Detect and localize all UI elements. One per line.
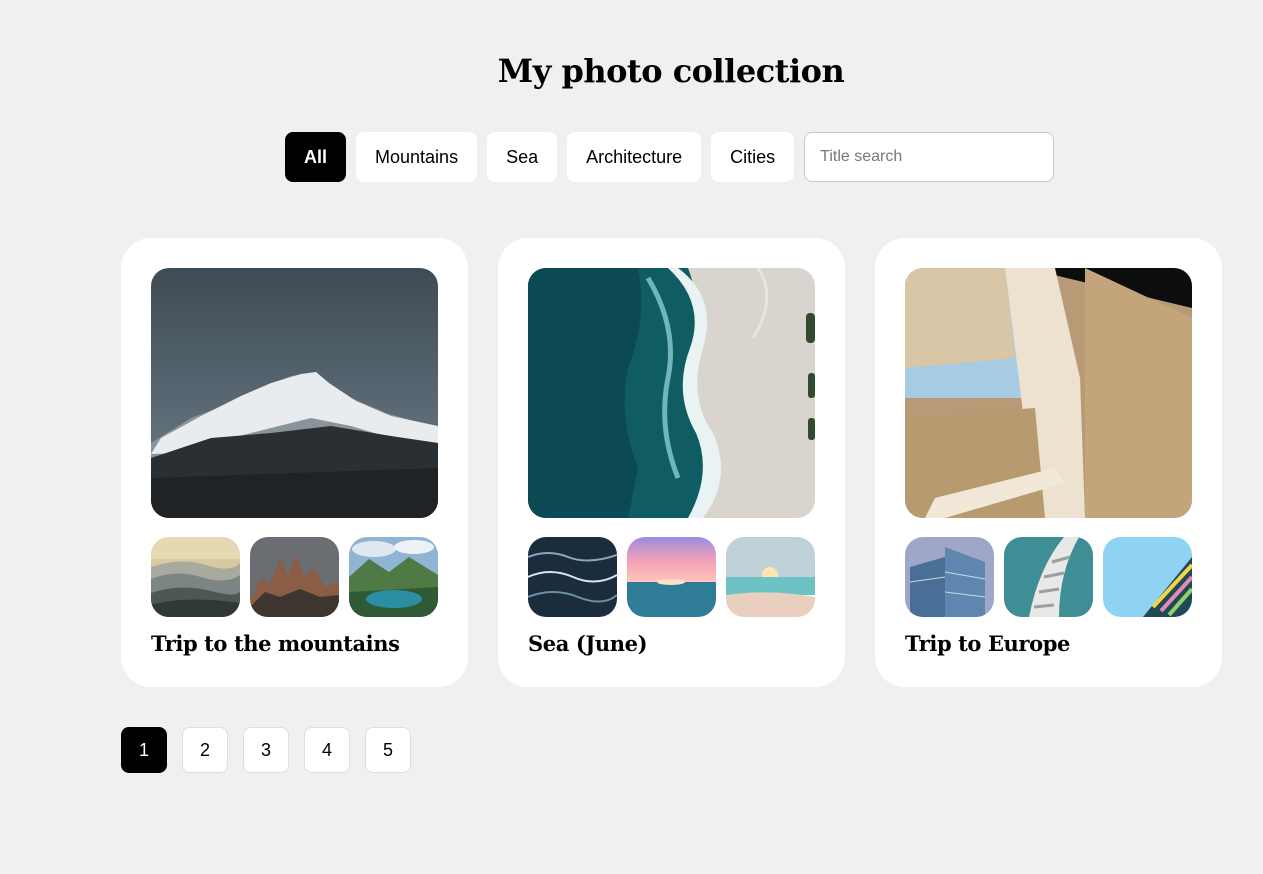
collection-grid: Trip to the mountains Sea (June) Trip to…	[121, 238, 1222, 687]
thumbnail-row	[905, 537, 1192, 617]
title-search-input[interactable]	[804, 132, 1055, 182]
filter-mountains-button[interactable]: Mountains	[356, 132, 478, 182]
collection-card[interactable]: Trip to the mountains	[121, 238, 468, 687]
dark-sea-waves-photo[interactable]	[528, 537, 617, 617]
filter-all-button[interactable]: All	[285, 132, 347, 182]
thumbnail-row	[151, 537, 438, 617]
rocky-peaks-photo[interactable]	[250, 537, 339, 617]
aerial-beach-waves-photo	[528, 268, 815, 518]
page-title: My photo collection	[497, 52, 845, 90]
page-button-3[interactable]: 3	[243, 727, 289, 773]
collection-title: Trip to Europe	[905, 631, 1070, 656]
alpine-lake-photo[interactable]	[349, 537, 438, 617]
page-button-1[interactable]: 1	[121, 727, 167, 773]
misty-hills-sunset-photo[interactable]	[151, 537, 240, 617]
thumbnail-row	[528, 537, 815, 617]
collection-card[interactable]: Trip to Europe	[875, 238, 1222, 687]
page-button-5[interactable]: 5	[365, 727, 411, 773]
filter-cities-button[interactable]: Cities	[711, 132, 795, 182]
colorful-balconies-photo[interactable]	[1103, 537, 1192, 617]
pink-sunset-sea-photo[interactable]	[627, 537, 716, 617]
collection-title: Sea (June)	[528, 631, 648, 656]
page-button-2[interactable]: 2	[182, 727, 228, 773]
filter-bar: All Mountains Sea Architecture Cities	[285, 132, 1055, 182]
collection-card[interactable]: Sea (June)	[498, 238, 845, 687]
pagination: 1 2 3 4 5	[121, 727, 411, 773]
curved-building-facade-photo[interactable]	[1004, 537, 1093, 617]
filter-architecture-button[interactable]: Architecture	[567, 132, 702, 182]
filter-sea-button[interactable]: Sea	[487, 132, 558, 182]
glass-skyscrapers-photo[interactable]	[905, 537, 994, 617]
collection-title: Trip to the mountains	[151, 631, 400, 656]
snowy-mountain-peak-photo	[151, 268, 438, 518]
modern-architecture-photo	[905, 268, 1192, 518]
page-button-4[interactable]: 4	[304, 727, 350, 773]
beach-sunrise-photo[interactable]	[726, 537, 815, 617]
